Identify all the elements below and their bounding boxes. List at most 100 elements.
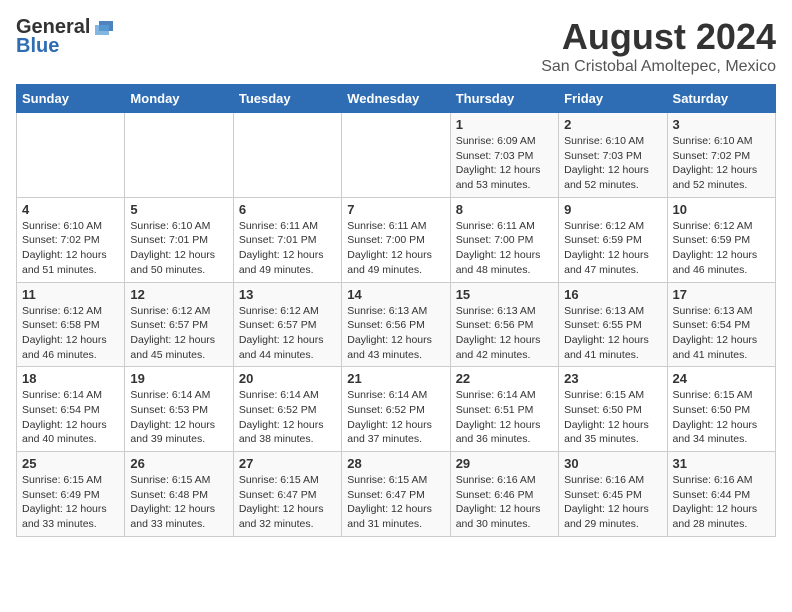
day-cell: 5 Sunrise: 6:10 AM Sunset: 7:01 PM Daylig…: [125, 197, 233, 282]
day-cell: 31 Sunrise: 6:16 AM Sunset: 6:44 PM Dayli…: [667, 452, 775, 537]
week-row-2: 4 Sunrise: 6:10 AM Sunset: 7:02 PM Daylig…: [17, 197, 776, 282]
week-row-1: 1 Sunrise: 6:09 AM Sunset: 7:03 PM Daylig…: [17, 113, 776, 198]
day-cell: 9 Sunrise: 6:12 AM Sunset: 6:59 PM Daylig…: [559, 197, 667, 282]
day-info: Sunrise: 6:10 AM Sunset: 7:02 PM Dayligh…: [22, 219, 119, 278]
day-info: Sunrise: 6:12 AM Sunset: 6:58 PM Dayligh…: [22, 304, 119, 363]
month-title: August 2024: [541, 16, 776, 58]
day-info: Sunrise: 6:09 AM Sunset: 7:03 PM Dayligh…: [456, 134, 553, 193]
day-number: 9: [564, 202, 661, 217]
day-info: Sunrise: 6:14 AM Sunset: 6:52 PM Dayligh…: [239, 388, 336, 447]
week-row-4: 18Sunrise: 6:14 AM Sunset: 6:54 PM Dayli…: [17, 367, 776, 452]
logo-blue-text: Blue: [16, 35, 59, 58]
day-number: 12: [130, 287, 227, 302]
day-cell: 11Sunrise: 6:12 AM Sunset: 6:58 PM Dayli…: [17, 282, 125, 367]
day-number: 31: [673, 456, 770, 471]
day-number: 26: [130, 456, 227, 471]
column-header-saturday: Saturday: [667, 85, 775, 113]
day-cell: 6 Sunrise: 6:11 AM Sunset: 7:01 PM Daylig…: [233, 197, 341, 282]
day-cell: 22 Sunrise: 6:14 AM Sunset: 6:51 PM Dayli…: [450, 367, 558, 452]
day-number: 2: [564, 117, 661, 132]
day-info: Sunrise: 6:11 AM Sunset: 7:00 PM Dayligh…: [347, 219, 444, 278]
day-number: 1: [456, 117, 553, 132]
column-header-thursday: Thursday: [450, 85, 558, 113]
day-cell: 2Sunrise: 6:10 AM Sunset: 7:03 PM Daylig…: [559, 113, 667, 198]
week-row-3: 11Sunrise: 6:12 AM Sunset: 6:58 PM Dayli…: [17, 282, 776, 367]
day-info: Sunrise: 6:11 AM Sunset: 7:01 PM Dayligh…: [239, 219, 336, 278]
day-number: 30: [564, 456, 661, 471]
day-number: 25: [22, 456, 119, 471]
day-number: 13: [239, 287, 336, 302]
day-cell: 7 Sunrise: 6:11 AM Sunset: 7:00 PM Daylig…: [342, 197, 450, 282]
day-cell: 10 Sunrise: 6:12 AM Sunset: 6:59 PM Dayli…: [667, 197, 775, 282]
day-number: 16: [564, 287, 661, 302]
day-number: 28: [347, 456, 444, 471]
day-number: 5: [130, 202, 227, 217]
day-number: 19: [130, 371, 227, 386]
day-info: Sunrise: 6:14 AM Sunset: 6:52 PM Dayligh…: [347, 388, 444, 447]
day-cell: [17, 113, 125, 198]
column-header-friday: Friday: [559, 85, 667, 113]
day-info: Sunrise: 6:16 AM Sunset: 6:45 PM Dayligh…: [564, 473, 661, 532]
day-info: Sunrise: 6:13 AM Sunset: 6:56 PM Dayligh…: [347, 304, 444, 363]
day-info: Sunrise: 6:13 AM Sunset: 6:54 PM Dayligh…: [673, 304, 770, 363]
day-info: Sunrise: 6:15 AM Sunset: 6:50 PM Dayligh…: [673, 388, 770, 447]
day-cell: 16 Sunrise: 6:13 AM Sunset: 6:55 PM Dayli…: [559, 282, 667, 367]
day-cell: 4 Sunrise: 6:10 AM Sunset: 7:02 PM Daylig…: [17, 197, 125, 282]
day-number: 7: [347, 202, 444, 217]
day-cell: 15Sunrise: 6:13 AM Sunset: 6:56 PM Dayli…: [450, 282, 558, 367]
day-number: 22: [456, 371, 553, 386]
logo: General Blue: [16, 16, 115, 58]
day-cell: 17 Sunrise: 6:13 AM Sunset: 6:54 PM Dayli…: [667, 282, 775, 367]
week-row-5: 25 Sunrise: 6:15 AM Sunset: 6:49 PM Dayli…: [17, 452, 776, 537]
day-cell: [342, 113, 450, 198]
day-cell: 26 Sunrise: 6:15 AM Sunset: 6:48 PM Dayli…: [125, 452, 233, 537]
day-cell: 27Sunrise: 6:15 AM Sunset: 6:47 PM Dayli…: [233, 452, 341, 537]
day-info: Sunrise: 6:12 AM Sunset: 6:59 PM Dayligh…: [673, 219, 770, 278]
day-number: 3: [673, 117, 770, 132]
day-number: 18: [22, 371, 119, 386]
day-info: Sunrise: 6:12 AM Sunset: 6:59 PM Dayligh…: [564, 219, 661, 278]
column-header-sunday: Sunday: [17, 85, 125, 113]
day-cell: 30 Sunrise: 6:16 AM Sunset: 6:45 PM Dayli…: [559, 452, 667, 537]
day-info: Sunrise: 6:16 AM Sunset: 6:46 PM Dayligh…: [456, 473, 553, 532]
day-number: 4: [22, 202, 119, 217]
day-info: Sunrise: 6:10 AM Sunset: 7:01 PM Dayligh…: [130, 219, 227, 278]
day-info: Sunrise: 6:15 AM Sunset: 6:48 PM Dayligh…: [130, 473, 227, 532]
day-number: 6: [239, 202, 336, 217]
day-info: Sunrise: 6:14 AM Sunset: 6:53 PM Dayligh…: [130, 388, 227, 447]
day-info: Sunrise: 6:15 AM Sunset: 6:47 PM Dayligh…: [347, 473, 444, 532]
day-cell: 14Sunrise: 6:13 AM Sunset: 6:56 PM Dayli…: [342, 282, 450, 367]
day-info: Sunrise: 6:13 AM Sunset: 6:55 PM Dayligh…: [564, 304, 661, 363]
day-info: Sunrise: 6:13 AM Sunset: 6:56 PM Dayligh…: [456, 304, 553, 363]
day-cell: 21 Sunrise: 6:14 AM Sunset: 6:52 PM Dayli…: [342, 367, 450, 452]
location-title: San Cristobal Amoltepec, Mexico: [541, 58, 776, 76]
day-info: Sunrise: 6:14 AM Sunset: 6:51 PM Dayligh…: [456, 388, 553, 447]
logo-icon: [93, 17, 115, 39]
day-cell: 3 Sunrise: 6:10 AM Sunset: 7:02 PM Daylig…: [667, 113, 775, 198]
day-number: 24: [673, 371, 770, 386]
day-number: 17: [673, 287, 770, 302]
column-header-tuesday: Tuesday: [233, 85, 341, 113]
day-number: 21: [347, 371, 444, 386]
day-number: 10: [673, 202, 770, 217]
day-cell: 8 Sunrise: 6:11 AM Sunset: 7:00 PM Daylig…: [450, 197, 558, 282]
day-number: 8: [456, 202, 553, 217]
day-cell: 19 Sunrise: 6:14 AM Sunset: 6:53 PM Dayli…: [125, 367, 233, 452]
day-cell: 20Sunrise: 6:14 AM Sunset: 6:52 PM Dayli…: [233, 367, 341, 452]
day-cell: 12Sunrise: 6:12 AM Sunset: 6:57 PM Dayli…: [125, 282, 233, 367]
day-info: Sunrise: 6:15 AM Sunset: 6:49 PM Dayligh…: [22, 473, 119, 532]
column-header-monday: Monday: [125, 85, 233, 113]
day-number: 23: [564, 371, 661, 386]
day-cell: 29Sunrise: 6:16 AM Sunset: 6:46 PM Dayli…: [450, 452, 558, 537]
header-row: SundayMondayTuesdayWednesdayThursdayFrid…: [17, 85, 776, 113]
day-info: Sunrise: 6:11 AM Sunset: 7:00 PM Dayligh…: [456, 219, 553, 278]
day-info: Sunrise: 6:16 AM Sunset: 6:44 PM Dayligh…: [673, 473, 770, 532]
title-area: August 2024 San Cristobal Amoltepec, Mex…: [541, 16, 776, 76]
day-info: Sunrise: 6:12 AM Sunset: 6:57 PM Dayligh…: [239, 304, 336, 363]
day-cell: 24 Sunrise: 6:15 AM Sunset: 6:50 PM Dayli…: [667, 367, 775, 452]
day-cell: 23Sunrise: 6:15 AM Sunset: 6:50 PM Dayli…: [559, 367, 667, 452]
day-cell: [233, 113, 341, 198]
day-cell: 28 Sunrise: 6:15 AM Sunset: 6:47 PM Dayli…: [342, 452, 450, 537]
calendar-table: SundayMondayTuesdayWednesdayThursdayFrid…: [16, 84, 776, 537]
day-info: Sunrise: 6:10 AM Sunset: 7:02 PM Dayligh…: [673, 134, 770, 193]
